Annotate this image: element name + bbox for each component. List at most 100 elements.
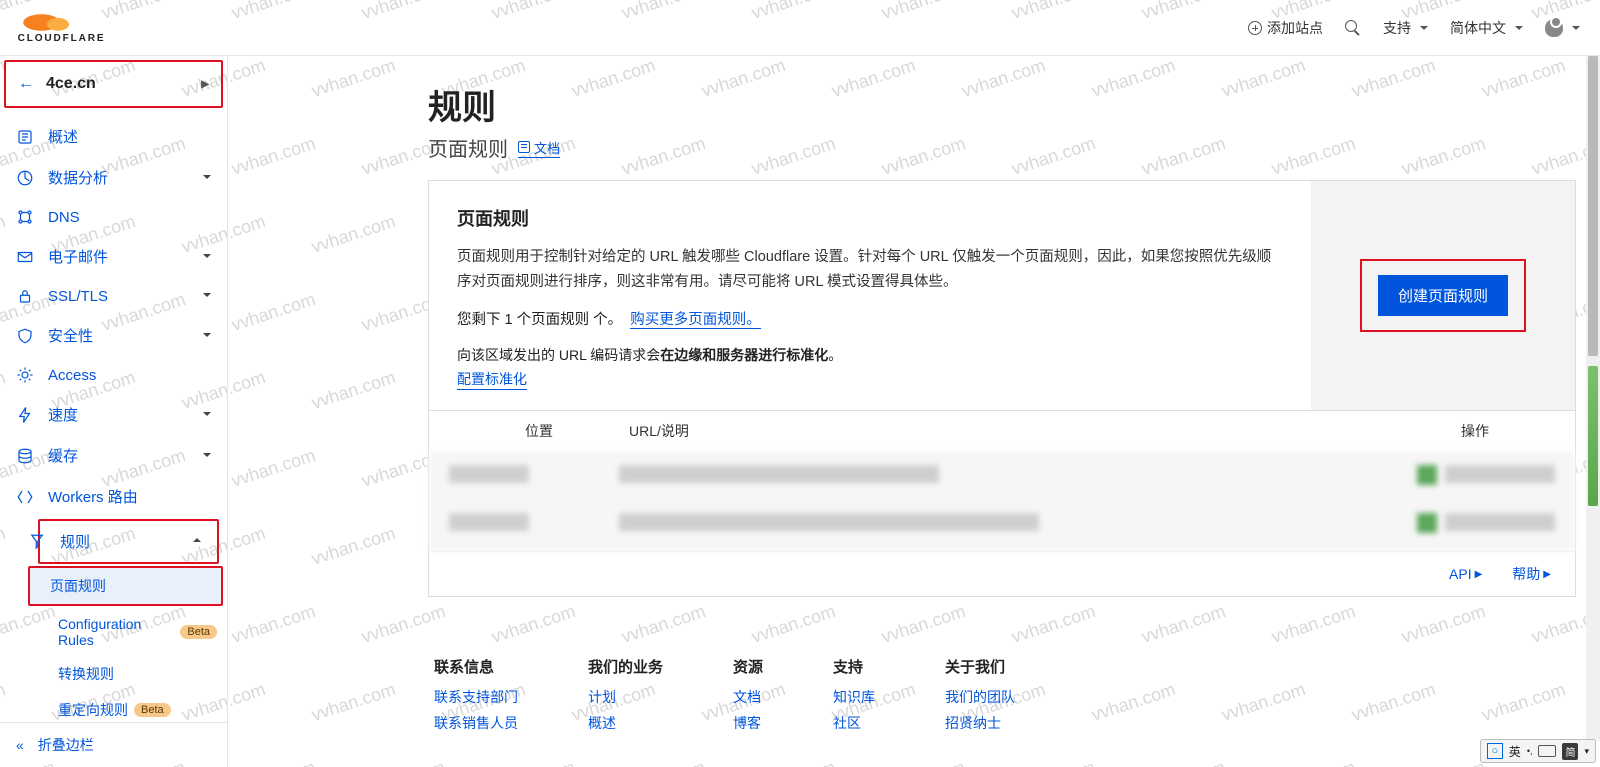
footer-support-l2[interactable]: 社区 (833, 713, 875, 733)
language-menu[interactable]: 简体中文 (1450, 18, 1523, 38)
access-icon (16, 366, 34, 384)
nav-overview-label: 概述 (48, 126, 78, 147)
support-menu[interactable]: 支持 (1383, 18, 1428, 38)
chevron-right-icon: ▶ (1543, 569, 1551, 580)
page-footer: 联系信息 联系支持部门 联系销售人员 我们的业务 计划 概述 资源 文档 博客 … (428, 637, 1576, 767)
nav-page-rules-label: 页面规则 (50, 576, 106, 596)
domain-selector[interactable]: ← 4ce.cn ▶ (4, 60, 223, 108)
help-label: 帮助 (1512, 564, 1540, 584)
normalize-row: 向该区域发出的 URL 编码请求会在边缘和服务器进行标准化。 (457, 345, 1283, 365)
col-position: 位置 (449, 421, 629, 441)
lock-icon (16, 287, 34, 305)
footer-resources-l2[interactable]: 博客 (733, 713, 763, 733)
footer-about-h: 关于我们 (945, 656, 1015, 677)
beta-badge: Beta (180, 625, 217, 639)
add-site-button[interactable]: 添加站点 (1248, 18, 1323, 38)
footer-resources-l1[interactable]: 文档 (733, 687, 763, 707)
api-label: API (1449, 566, 1472, 582)
chevron-down-icon (203, 174, 211, 182)
footer-business-l2[interactable]: 概述 (588, 713, 663, 733)
nav-speed[interactable]: 速度 (0, 394, 227, 435)
scrollbar-thumb-overlay[interactable] (1588, 366, 1598, 506)
nav-email[interactable]: 电子邮件 (0, 236, 227, 277)
ime-bar[interactable]: ○ 英 •, 简 ▾ (1480, 739, 1596, 763)
nav-analytics[interactable]: 数据分析 (0, 157, 227, 198)
bolt-icon (16, 406, 34, 424)
nav-workers[interactable]: Workers 路由 (0, 476, 227, 517)
footer-contact-l2[interactable]: 联系销售人员 (434, 713, 518, 733)
nav-page-rules[interactable]: 页面规则 (30, 568, 221, 604)
overview-icon (16, 128, 34, 146)
add-site-label: 添加站点 (1267, 18, 1323, 38)
help-link[interactable]: 帮助▶ (1512, 564, 1551, 584)
chevron-right-icon: ▶ (201, 79, 209, 90)
chevron-down-icon (203, 332, 211, 340)
chevron-down-icon (203, 411, 211, 419)
top-right-menu: 添加站点 支持 简体中文 (1248, 18, 1580, 38)
nav-redirect-rules[interactable]: 重定向规则 Beta (48, 692, 227, 722)
normalize-post: 。 (828, 347, 842, 363)
api-link[interactable]: API▶ (1449, 564, 1482, 584)
nav-redirect-label: 重定向规则 (58, 700, 128, 720)
nav-cache-label: 缓存 (48, 445, 78, 466)
footer-support-l1[interactable]: 知识库 (833, 687, 875, 707)
ime-mode-icon[interactable]: ○ (1487, 743, 1503, 759)
nav-rules[interactable]: 规则 (38, 519, 219, 564)
footer-business: 我们的业务 计划 概述 (588, 656, 663, 739)
card-footer: API▶ 帮助▶ (429, 551, 1575, 596)
doc-icon (518, 141, 530, 153)
nav-config-rules[interactable]: Configuration Rules Beta (48, 608, 227, 656)
back-arrow-icon: ← (18, 75, 34, 93)
cta-panel: 创建页面规则 (1311, 181, 1575, 410)
ime-lang[interactable]: 英 (1509, 743, 1521, 760)
nav-transform-rules[interactable]: 转换规则 (48, 656, 227, 692)
buy-more-link[interactable]: 购买更多页面规则。 (630, 312, 761, 329)
collapse-sidebar[interactable]: « 折叠边栏 (0, 722, 227, 767)
footer-about-l1[interactable]: 我们的团队 (945, 687, 1015, 707)
chevron-down-icon[interactable]: ▾ (1584, 746, 1589, 757)
config-normalize-link[interactable]: 配置标准化 (457, 369, 527, 390)
nav-security[interactable]: 安全性 (0, 315, 227, 356)
nav-analytics-label: 数据分析 (48, 167, 108, 188)
footer-contact-l1[interactable]: 联系支持部门 (434, 687, 518, 707)
search-button[interactable] (1345, 20, 1361, 36)
keyboard-icon[interactable] (1538, 745, 1556, 757)
nav-overview[interactable]: 概述 (0, 116, 227, 157)
footer-business-h: 我们的业务 (588, 656, 663, 677)
table-header: 位置 URL/说明 操作 (429, 410, 1575, 451)
chevron-down-icon (203, 292, 211, 300)
create-page-rule-button[interactable]: 创建页面规则 (1378, 275, 1508, 316)
cloudflare-logo[interactable]: CLOUDFLARE (14, 8, 124, 48)
plus-circle-icon (1248, 21, 1262, 35)
sidebar: ← 4ce.cn ▶ 概述 数据分析 DNS 电子邮件 (0, 56, 228, 767)
scrollbar-thumb[interactable] (1588, 56, 1598, 356)
top-bar: CLOUDFLARE 添加站点 支持 简体中文 (0, 0, 1600, 56)
page-subtitle: 页面规则 (428, 133, 508, 162)
footer-contact-h: 联系信息 (434, 656, 518, 677)
card-heading: 页面规则 (457, 205, 1283, 231)
ime-punct-icon[interactable]: •, (1527, 746, 1533, 756)
doc-link[interactable]: 文档 (518, 138, 560, 158)
doc-link-label: 文档 (534, 138, 560, 157)
page-subtitle-row: 页面规则 文档 (428, 133, 1576, 162)
footer-resources-h: 资源 (733, 656, 763, 677)
footer-business-l1[interactable]: 计划 (588, 687, 663, 707)
account-menu[interactable] (1545, 19, 1580, 37)
nav-ssl[interactable]: SSL/TLS (0, 277, 227, 315)
nav-rules-sub: Configuration Rules Beta 转换规则 重定向规则 Beta (0, 608, 227, 722)
cta-highlight: 创建页面规则 (1360, 259, 1526, 332)
table-body-blurred (429, 451, 1575, 551)
shield-icon (16, 327, 34, 345)
nav-access[interactable]: Access (0, 356, 227, 394)
collapse-label: 折叠边栏 (38, 735, 94, 755)
footer-about-l2[interactable]: 招贤纳士 (945, 713, 1015, 733)
sidebar-nav: 概述 数据分析 DNS 电子邮件 SSL/TLS (0, 114, 227, 722)
footer-support-h: 支持 (833, 656, 875, 677)
main-content: 规则 页面规则 文档 页面规则 页面规则用于控制针对给定的 URL 触发哪些 C… (228, 56, 1600, 767)
workers-icon (16, 488, 34, 506)
scrollbar[interactable] (1586, 56, 1600, 741)
nav-cache[interactable]: 缓存 (0, 435, 227, 476)
nav-dns[interactable]: DNS (0, 198, 227, 236)
ime-charset[interactable]: 简 (1562, 743, 1578, 760)
avatar-icon (1545, 19, 1563, 37)
